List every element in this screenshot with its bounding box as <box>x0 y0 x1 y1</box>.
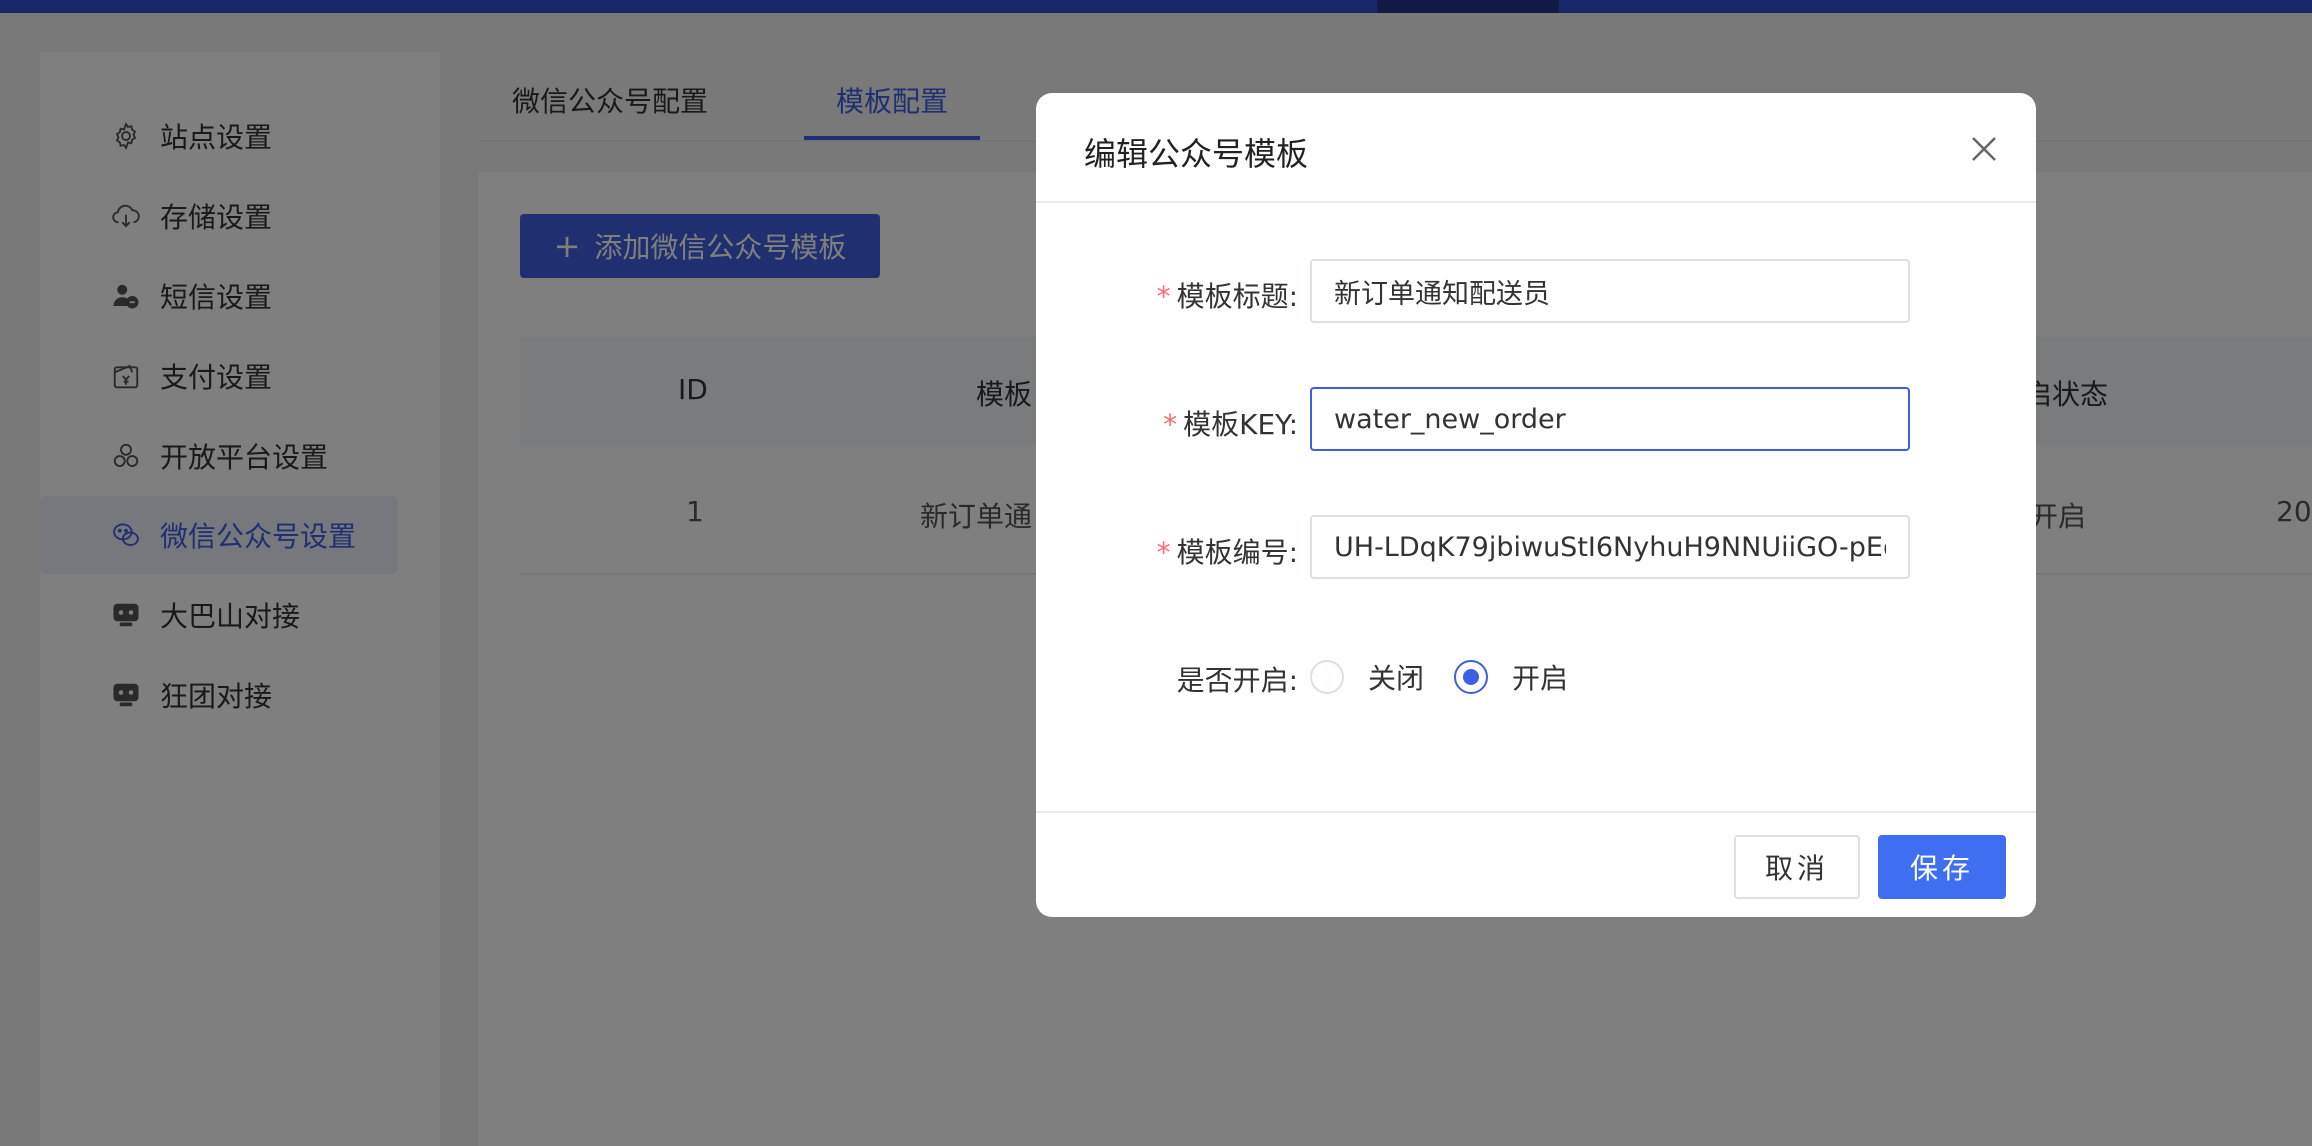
template-key-label: * 模板KEY: <box>1036 403 1298 443</box>
dialog-footer: 取消 保存 <box>1036 811 2036 917</box>
enabled-label: 是否开启: <box>1176 664 1298 697</box>
template-key-input[interactable] <box>1310 387 1910 451</box>
radio-label: 关闭 <box>1368 662 1425 695</box>
close-icon[interactable] <box>1964 129 2004 169</box>
template-title-label-text: 模板标题: <box>1176 280 1298 313</box>
radio-circle <box>1310 660 1344 694</box>
edit-template-dialog: 编辑公众号模板 *模板标题: *模板KEY: *模板编号: 是否开启: 关闭 开… <box>1036 93 2036 917</box>
template-code-label: * 模板编号: <box>1036 531 1298 571</box>
template-title-input[interactable] <box>1310 259 1910 323</box>
radio-label: 开启 <box>1512 662 1569 695</box>
template-key-label-text: 模板KEY: <box>1183 408 1298 441</box>
template-code-label-text: 模板编号: <box>1176 536 1298 569</box>
radio-enabled-option[interactable]: 开启 <box>1454 657 1568 697</box>
required-mark: * <box>1156 280 1171 313</box>
template-title-label: * 模板标题: <box>1036 275 1298 315</box>
cancel-button[interactable]: 取消 <box>1734 835 1860 899</box>
radio-circle <box>1454 660 1488 694</box>
required-mark: * <box>1163 408 1178 441</box>
radio-disabled-option[interactable]: 关闭 <box>1310 657 1424 697</box>
template-code-input[interactable] <box>1310 515 1910 579</box>
dialog-title: 编辑公众号模板 <box>1084 135 1309 173</box>
required-mark: * <box>1156 536 1171 569</box>
dialog-header: 编辑公众号模板 <box>1036 93 2036 203</box>
save-button[interactable]: 保存 <box>1878 835 2006 899</box>
radio-dot <box>1463 669 1479 685</box>
